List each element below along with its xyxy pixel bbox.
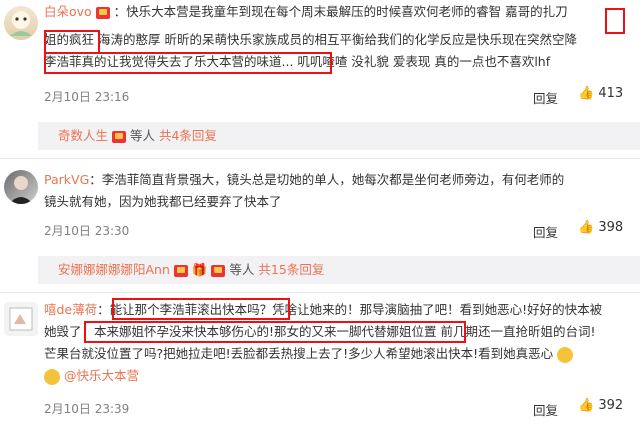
thumbs-up-icon: 👍 (578, 86, 595, 101)
avatar[interactable] (4, 6, 38, 40)
comment-username[interactable]: 嘻de薄荷 (44, 302, 97, 317)
vip-icon (173, 264, 188, 277)
gift-icon: 🎁 (191, 262, 208, 277)
comment-1-line-1: 白朵ovo ：快乐大本营是我童年到现在每个周末最解压的时候喜欢何老师的睿智 嘉哥… (44, 4, 568, 19)
comment-date: 2月10日 23:39 (44, 402, 130, 416)
embarrassed-face-icon (44, 368, 60, 385)
comment-date: 2月10日 23:30 (44, 224, 130, 238)
thumbs-up-icon: 👍 (578, 220, 595, 235)
vip-icon (95, 6, 110, 19)
comment-1-line-2: 姐的疯狂 海涛的憨厚 昕昕的呆萌快乐家族成员的相互平衡给我们的化学反应是快乐现在… (44, 32, 577, 47)
avatar[interactable] (4, 170, 38, 204)
like-count: 398 (598, 220, 624, 235)
mention-link[interactable]: @快乐大本营 (64, 368, 139, 383)
like-button[interactable]: 👍 398 (578, 220, 623, 235)
divider (0, 158, 640, 159)
avatar-image (9, 176, 33, 204)
divider (0, 292, 640, 293)
thumbs-up-icon: 👍 (578, 398, 595, 413)
subreply-bar[interactable]: 奇数人生 等人 共4条回复 (38, 122, 640, 150)
comment-2-line-1: ParkVG：李浩菲简直背景强大，镜头总是切她的单人，她每次都是坐何老师旁边，有… (44, 172, 565, 187)
reply-button[interactable]: 回复 (533, 400, 558, 419)
comment-3-line-3: 芒果台就没位置了吗?把她拉走吧!丢脸都丢热搜上去了!多少人希望她滚出快本!看到她… (44, 344, 574, 364)
subreply-more-link[interactable]: 共15条回复 (258, 262, 324, 277)
subreply-user[interactable]: 奇数人生 (58, 128, 108, 143)
subreply-middle: 等人 (129, 128, 155, 143)
reply-button[interactable]: 回复 (533, 88, 558, 107)
comment-2-line-2: 镜头就有她，因为她我都已经要弃了快本了 (44, 194, 282, 209)
reply-button[interactable]: 回复 (533, 222, 558, 241)
sad-face-icon (557, 346, 574, 363)
avatar-image (10, 11, 32, 36)
highlight-box (44, 30, 100, 54)
comment-username[interactable]: 白朵ovo (44, 4, 92, 19)
like-button[interactable]: 👍 413 (578, 86, 623, 101)
comment-3-line-4: @快乐大本营 (44, 366, 139, 386)
like-count: 413 (598, 86, 624, 101)
subreply-middle: 等人 (229, 262, 255, 277)
like-count: 392 (598, 398, 624, 413)
like-button[interactable]: 👍 392 (578, 398, 623, 413)
highlight-box (44, 52, 332, 74)
subreply-bar[interactable]: 安娜娜娜娜娜阳Ann 🎁 等人 共15条回复 (38, 256, 640, 284)
highlight-box (112, 298, 290, 320)
avatar[interactable] (4, 302, 38, 336)
subreply-more-link[interactable]: 共4条回复 (159, 128, 217, 143)
vip-icon (112, 130, 126, 143)
comment-username[interactable]: ParkVG (44, 172, 89, 187)
avatar-image (9, 307, 33, 331)
subreply-user[interactable]: 安娜娜娜娜娜阳Ann (58, 262, 170, 277)
comment-date: 2月10日 23:16 (44, 90, 130, 104)
highlight-box (84, 321, 466, 343)
highlight-box (605, 8, 625, 34)
vip-icon (211, 264, 226, 277)
